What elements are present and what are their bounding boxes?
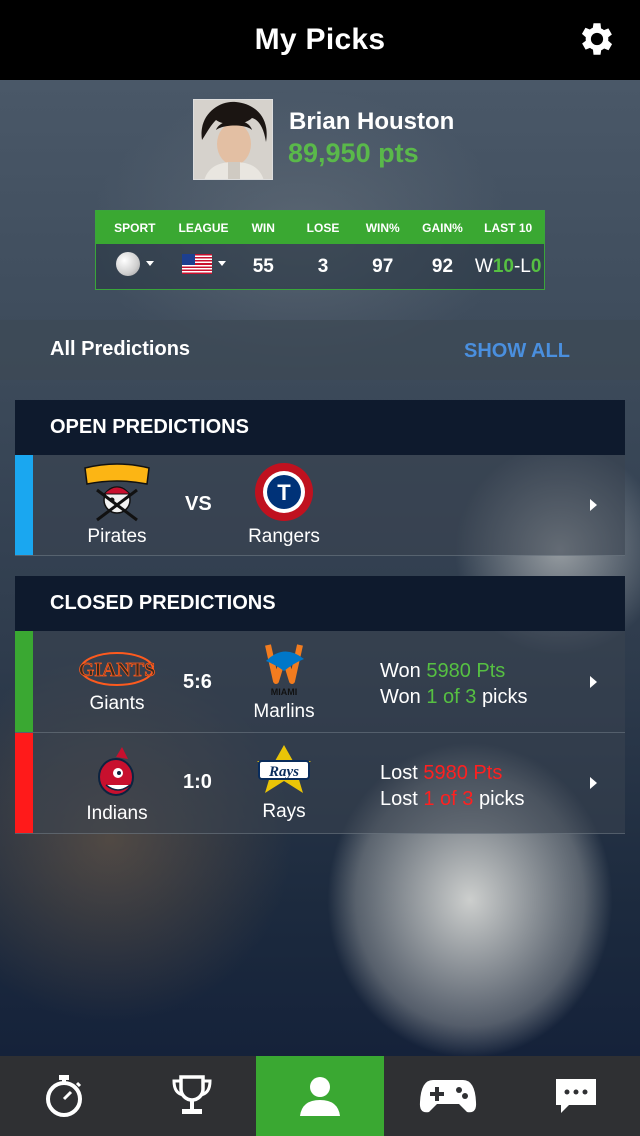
page-title: My Picks (254, 23, 386, 56)
user-name: Brian Houston (289, 108, 455, 135)
show-all-link[interactable]: SHOW ALL (464, 340, 570, 363)
team-away-name: Marlins (253, 701, 315, 722)
svg-text:T: T (277, 480, 291, 505)
lost-status-stripe (15, 733, 33, 833)
stats-header-win-pct: WIN% (365, 220, 400, 235)
open-status-stripe (15, 455, 33, 555)
team-home: GIANTS Giants (57, 649, 177, 715)
nav-leaderboard-button[interactable] (128, 1056, 256, 1136)
bottom-nav (0, 1056, 640, 1136)
nav-live-button[interactable] (0, 1056, 128, 1136)
baseball-icon (115, 251, 140, 276)
stats-table: SPORT LEAGUE WIN LOSE WIN% GAIN% LAST 10… (95, 210, 545, 290)
won-status-stripe (15, 631, 33, 732)
avatar[interactable] (193, 99, 273, 180)
team-away-name: Rangers (248, 526, 320, 547)
result-picks-prefix: Lost (380, 788, 418, 810)
team-home-name: Indians (86, 803, 148, 824)
nav-games-button[interactable] (384, 1056, 512, 1136)
gamepad-icon (419, 1080, 477, 1113)
closed-prediction-row[interactable]: Indians 1:0 Rays Rays Lost 5980 Pts Lost… (15, 733, 625, 834)
team-away: T Rangers (224, 462, 344, 548)
user-icon (300, 1077, 340, 1116)
top-bar: My Picks (0, 0, 640, 80)
open-predictions-header: OPEN PREDICTIONS (15, 400, 625, 455)
rays-logo-icon: Rays (257, 745, 311, 793)
result-picks-value: 1 of 3 (426, 686, 477, 708)
svg-text:MIAMI: MIAMI (271, 687, 298, 697)
pirates-logo-icon (84, 463, 150, 522)
score-label: 1:0 (183, 771, 212, 793)
result-points-prefix: Lost (380, 762, 418, 784)
stats-header-win: WIN (251, 220, 275, 235)
chevron-right-icon (590, 777, 597, 789)
chevron-down-icon (217, 261, 226, 266)
stats-win-pct: 97 (372, 255, 394, 277)
result-picks-suffix: picks (481, 686, 528, 708)
team-home: Pirates (57, 462, 177, 548)
result-points-value: 5980 Pts (426, 660, 506, 682)
stats-header-row: SPORT LEAGUE WIN LOSE WIN% GAIN% LAST 10 (96, 211, 544, 244)
team-away: Rays Rays (224, 743, 344, 823)
stats-lose: 3 (317, 255, 329, 277)
user-points: 89,950 pts (288, 138, 419, 168)
stats-last10: W10-L0 (472, 256, 544, 278)
avatar-photo (194, 100, 272, 179)
stats-header-sport: SPORT (114, 220, 156, 235)
result-picks-prefix: Won (380, 686, 421, 708)
svg-text:GIANTS: GIANTS (79, 659, 156, 681)
marlins-logo-icon: MIAMI (265, 644, 304, 697)
indians-logo-icon (98, 747, 134, 796)
closed-prediction-row[interactable]: GIANTS Giants 5:6 MIAMI Marlins Won 5980… (15, 631, 625, 733)
team-home: Indians (57, 745, 177, 825)
versus-label: VS (185, 493, 212, 515)
open-prediction-row[interactable]: Pirates VS T Rangers (15, 455, 625, 556)
trophy-icon (172, 1075, 212, 1114)
stats-gain-pct: 92 (431, 255, 454, 277)
result-points-prefix: Won (380, 660, 421, 682)
team-away-name: Rays (262, 801, 306, 822)
stats-header-league: LEAGUE (178, 220, 229, 235)
team-home-name: Pirates (87, 526, 147, 547)
stopwatch-icon (46, 1075, 82, 1117)
all-predictions-bar: All Predictions SHOW ALL (0, 320, 640, 380)
stats-value-row: 55 3 97 92 W10-L0 (96, 244, 544, 289)
result-picks-value: 1 of 3 (423, 788, 474, 810)
us-flag-icon (181, 253, 212, 274)
gear-icon[interactable] (576, 18, 618, 60)
result-summary: Lost 5980 Pts Lost 1 of 3 picks (380, 760, 525, 812)
result-points-value: 5980 Pts (423, 762, 503, 784)
team-home-name: Giants (89, 693, 145, 714)
chevron-down-icon (145, 261, 154, 266)
closed-predictions-header: CLOSED PREDICTIONS (15, 576, 625, 631)
score-label: 5:6 (183, 671, 212, 693)
nav-chat-button[interactable] (512, 1056, 640, 1136)
chat-icon (556, 1079, 596, 1113)
chevron-right-icon (590, 499, 597, 511)
stats-header-gain-pct: GAIN% (422, 220, 463, 235)
last10-losses: 0 (530, 255, 542, 277)
chevron-right-icon (590, 676, 597, 688)
svg-text:Rays: Rays (268, 764, 299, 780)
stats-win: 55 (252, 255, 274, 277)
team-away: MIAMI Marlins (224, 641, 344, 723)
last10-sep: -L (513, 255, 531, 277)
stats-header-lose: LOSE (306, 220, 340, 235)
league-select[interactable] (181, 253, 226, 274)
result-summary: Won 5980 Pts Won 1 of 3 picks (380, 658, 528, 710)
rangers-logo-icon: T (255, 463, 313, 521)
sport-select[interactable] (115, 251, 154, 276)
giants-logo-icon: GIANTS (78, 652, 156, 686)
all-predictions-title: All Predictions (50, 338, 191, 360)
last10-w: W (474, 255, 493, 277)
result-picks-suffix: picks (478, 788, 525, 810)
last10-wins: 10 (492, 255, 514, 277)
stats-header-last10: LAST 10 (484, 220, 533, 235)
nav-profile-button[interactable] (256, 1056, 384, 1136)
